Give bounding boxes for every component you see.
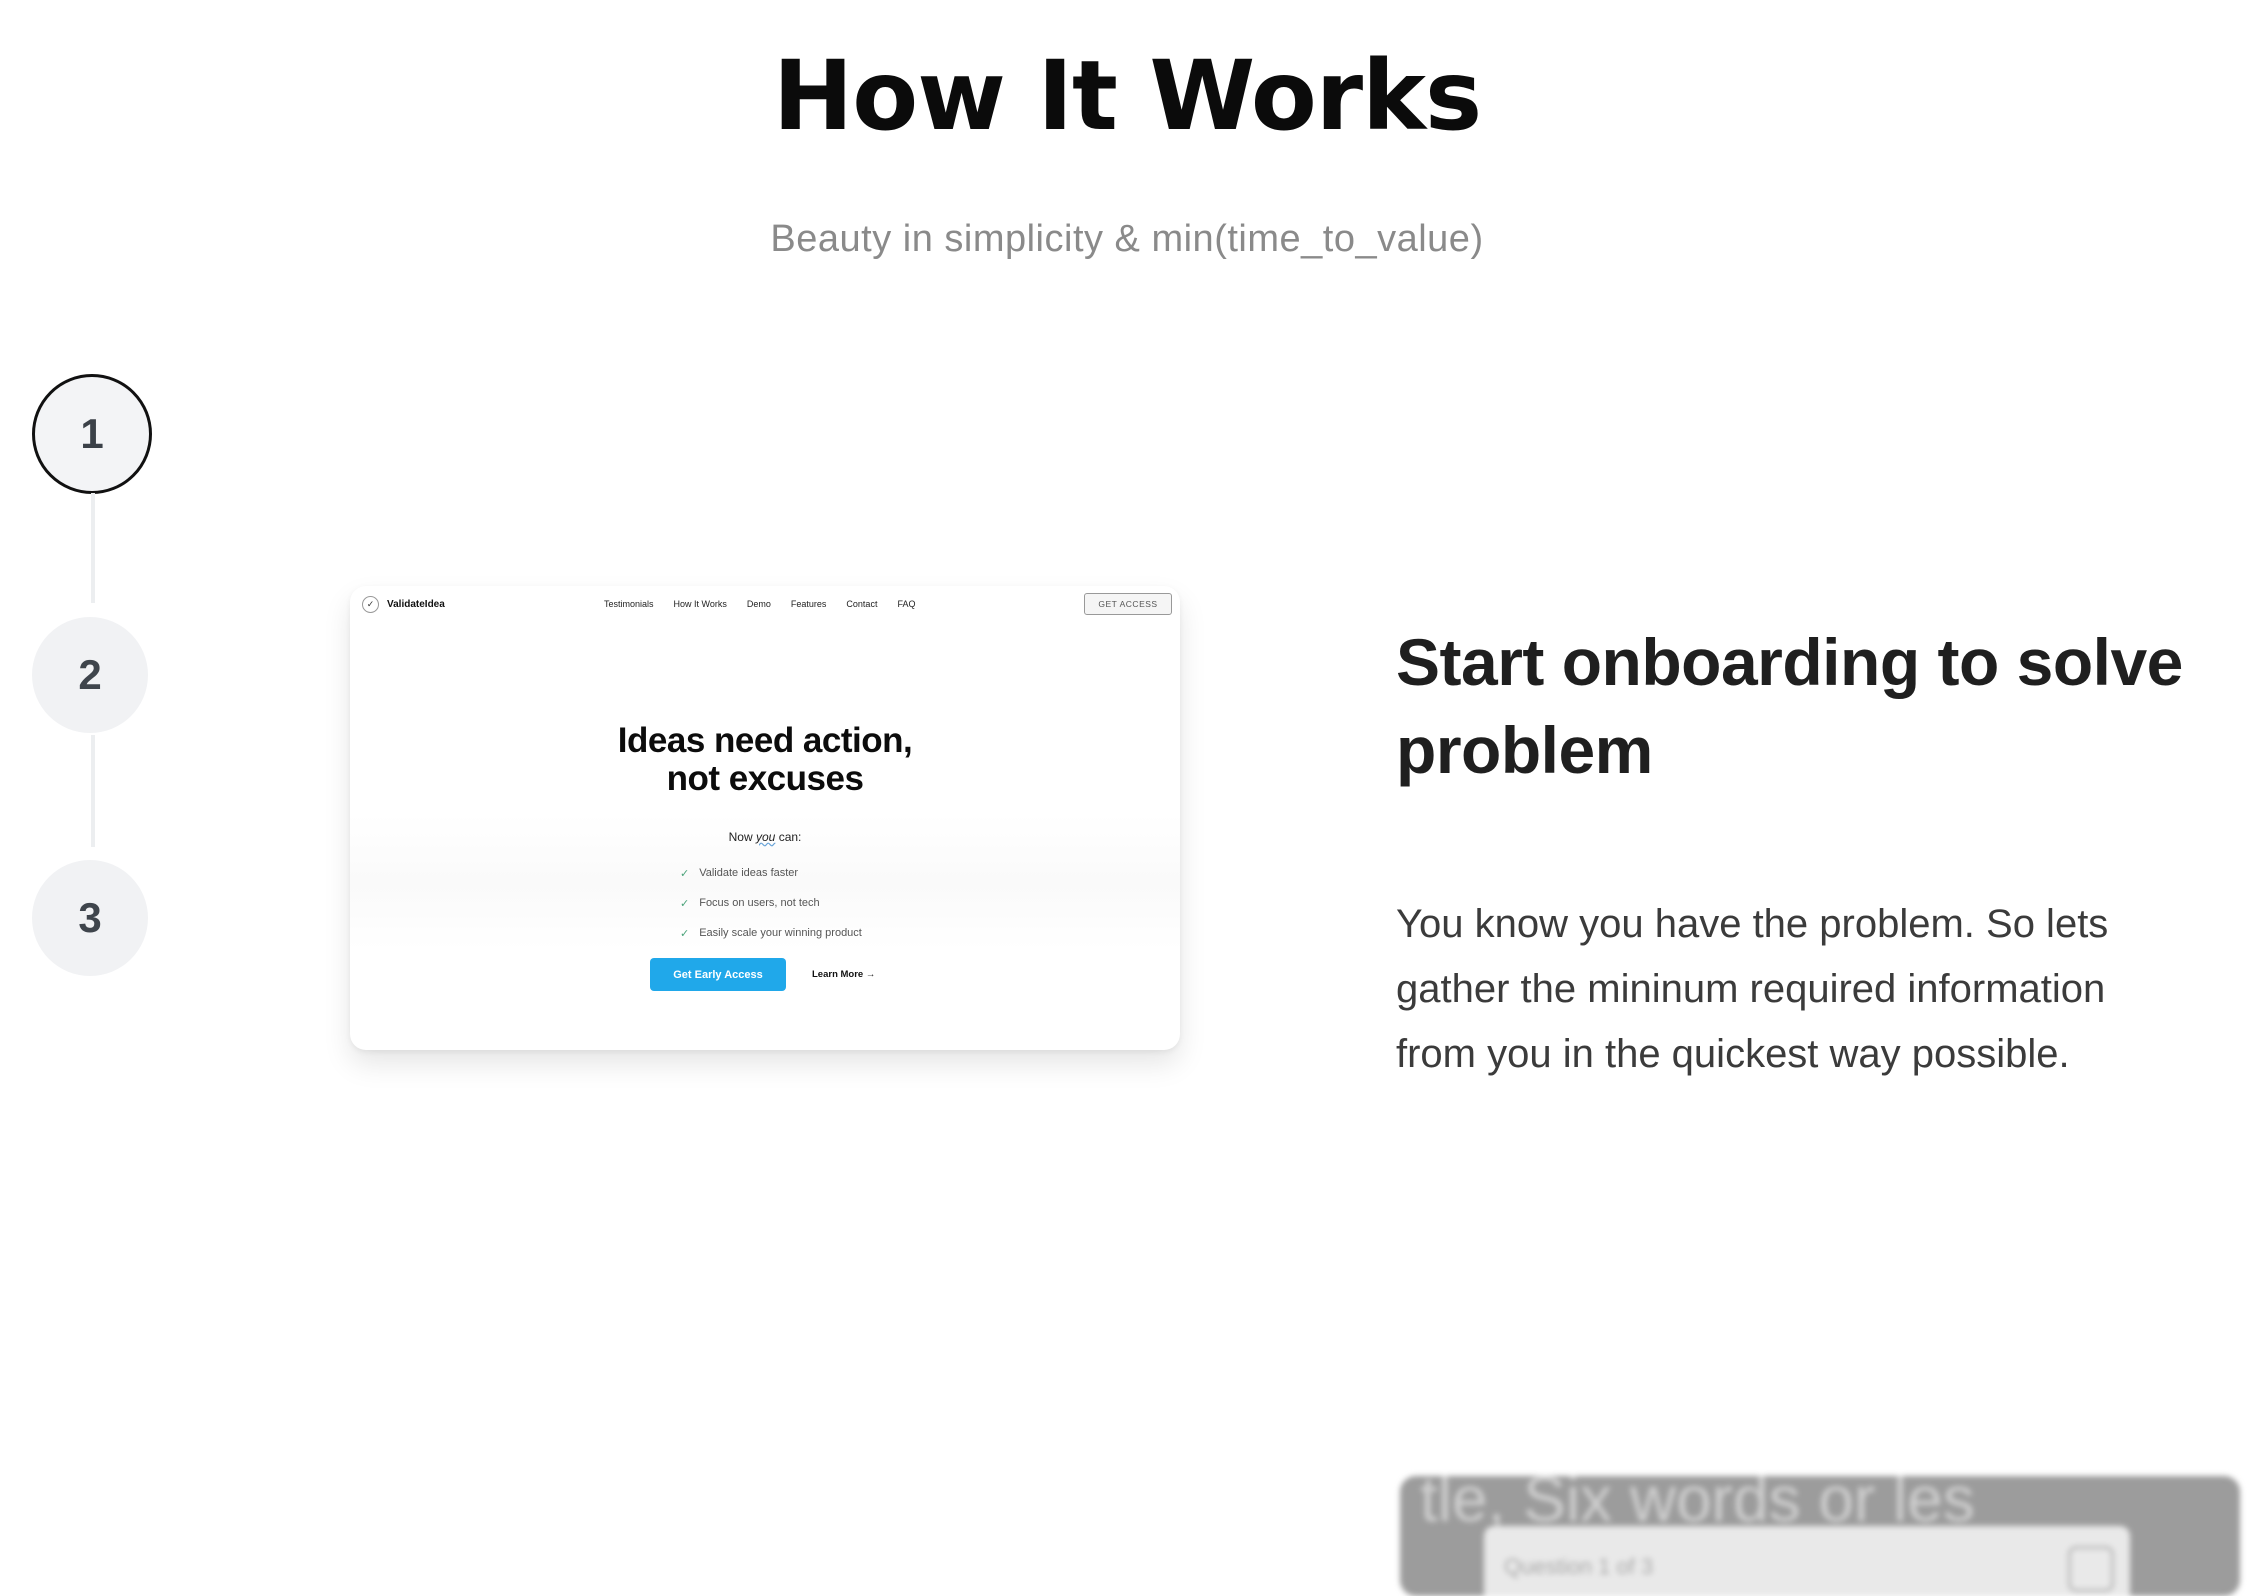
step-1-indicator[interactable]: 1 [32,374,152,494]
check-icon: ✓ [680,867,690,880]
preview-learn-more-link: Learn More → [812,969,876,980]
preview-hero-line-1: Ideas need action, [617,721,913,760]
next-step-preview-card: tle, Six words or les Question 1 of 3 [1400,1476,2240,1596]
benefit-text: Validate ideas faster [699,867,799,879]
close-icon [2068,1546,2114,1592]
now-emphasis: you [755,830,776,844]
preview-hero-line-2: not excuses [666,759,864,798]
onboarding-preview-screenshot: ✓ ValidateIdea Testimonials How It Works… [350,586,1180,1050]
preview-nav-contact: Contact [846,599,878,609]
now-suffix: can: [778,830,802,844]
benefit-text: Focus on users, not tech [699,897,820,909]
preview-get-early-access-button: Get Early Access [650,958,786,991]
now-prefix: Now [728,830,753,844]
next-card-question-label: Question 1 of 3 [1504,1554,1654,1579]
preview-now-you-can: Now you can: [350,830,1180,844]
benefit-text: Easily scale your winning product [699,927,862,939]
preview-brand-name: ValidateIdea [387,599,445,610]
step-3-indicator[interactable]: 3 [32,860,148,976]
list-item: ✓ Easily scale your winning product [680,918,862,948]
preview-nav-how-it-works: How It Works [673,599,727,609]
preview-nav: Testimonials How It Works Demo Features … [604,599,915,609]
check-icon: ✓ [680,897,690,910]
preview-get-access-button: GET ACCESS [1084,593,1172,615]
list-item: ✓ Focus on users, not tech [680,888,862,918]
preview-nav-features: Features [790,599,827,609]
preview-nav-demo: Demo [746,599,771,609]
check-icon: ✓ [680,927,690,940]
step-connector [91,493,95,603]
preview-brand: ✓ ValidateIdea [362,596,445,613]
preview-hero-title: Ideas need action, not excuses [350,722,1180,798]
preview-nav-faq: FAQ [897,599,916,609]
checkmark-icon: ✓ [362,596,379,613]
section-title: How It Works [772,40,1482,152]
feature-description: You know you have the problem. So lets g… [1396,902,2109,1076]
step-connector [91,735,95,847]
preview-nav-testimonials: Testimonials [604,599,654,609]
feature-title: Start onboarding to solve problem [1396,625,2183,787]
section-subtitle: Beauty in simplicity & min(time_to_value… [770,218,1484,260]
list-item: ✓ Validate ideas faster [680,858,862,888]
preview-benefits-list: ✓ Validate ideas faster ✓ Focus on users… [680,858,862,948]
step-2-indicator[interactable]: 2 [32,617,148,733]
